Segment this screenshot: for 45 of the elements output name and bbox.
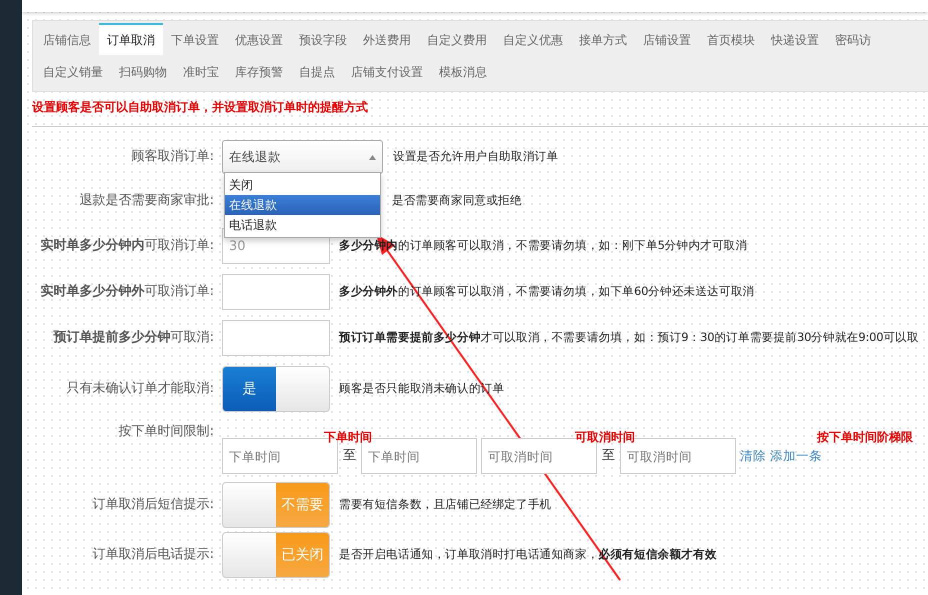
tab[interactable]: 店铺支付设置 [343,55,431,87]
separator-text: 至 [342,447,357,466]
tab[interactable]: 自定义费用 [419,23,495,55]
tab[interactable]: 店铺信息 [35,23,99,55]
tab[interactable]: 扫码购物 [111,55,175,87]
link[interactable]: 清除 [740,446,766,466]
notice-text: 设置顾客是否可以自助取消订单，并设置取消订单时的提醒方式 [32,98,928,127]
tab[interactable]: 下单设置 [163,23,227,55]
field-label: 实时单多少分钟外可取消订单: [40,282,215,302]
tab[interactable]: 自定义优惠 [495,23,571,55]
field-label: 按下单时间限制: [118,423,215,441]
link[interactable]: 添加一条 [770,446,822,466]
tab[interactable]: 自定义销量 [35,55,111,87]
text-input[interactable] [222,320,330,356]
tab[interactable]: 店铺设置 [635,23,699,55]
hint-text: 需要有短信条数，且店铺已经绑定了手机 [339,496,552,514]
caret-icon [369,154,376,160]
tab[interactable]: 外送费用 [355,23,419,55]
tab[interactable]: 密码访 [827,23,879,55]
text-input[interactable] [222,274,330,310]
tab[interactable]: 优惠设置 [227,23,291,55]
tab[interactable]: 首页模块 [699,23,763,55]
tab[interactable]: 预设字段 [291,23,355,55]
column-header: 按下单时间阶梯限 [817,429,913,446]
dropdown-option[interactable]: 关闭 [225,175,380,195]
dropdown-select[interactable]: 在线退款 [222,140,383,174]
toggle-switch[interactable]: 是 [222,366,330,412]
hint-text: 是否需要商家同意或拒绝 [392,192,522,210]
tab[interactable]: 接单方式 [571,23,635,55]
field-label: 实时单多少分钟内可取消订单: [40,236,215,256]
tab[interactable]: 模板消息 [431,55,495,87]
tab[interactable]: 快递设置 [763,23,827,55]
tab[interactable]: 库存预警 [227,55,291,87]
field-label: 预订单提前多少分钟可取消: [52,329,215,348]
separator-text: 至 [601,447,616,466]
field-label: 订单取消后短信提示: [92,496,215,514]
field-label: 订单取消后电话提示: [92,546,215,564]
tab[interactable]: 准时宝 [175,55,227,87]
field-label: 顾客取消订单: [130,148,215,166]
field-label: 退款是否需要商家审批: [78,192,215,210]
dropdown-option[interactable]: 在线退款 [225,195,380,215]
tab[interactable]: 订单取消 [99,23,163,55]
field-label: 只有未确认订单才能取消: [66,380,215,398]
tab[interactable]: 自提点 [291,55,343,87]
hint-text: 设置是否允许用户自助取消订单 [393,148,558,166]
